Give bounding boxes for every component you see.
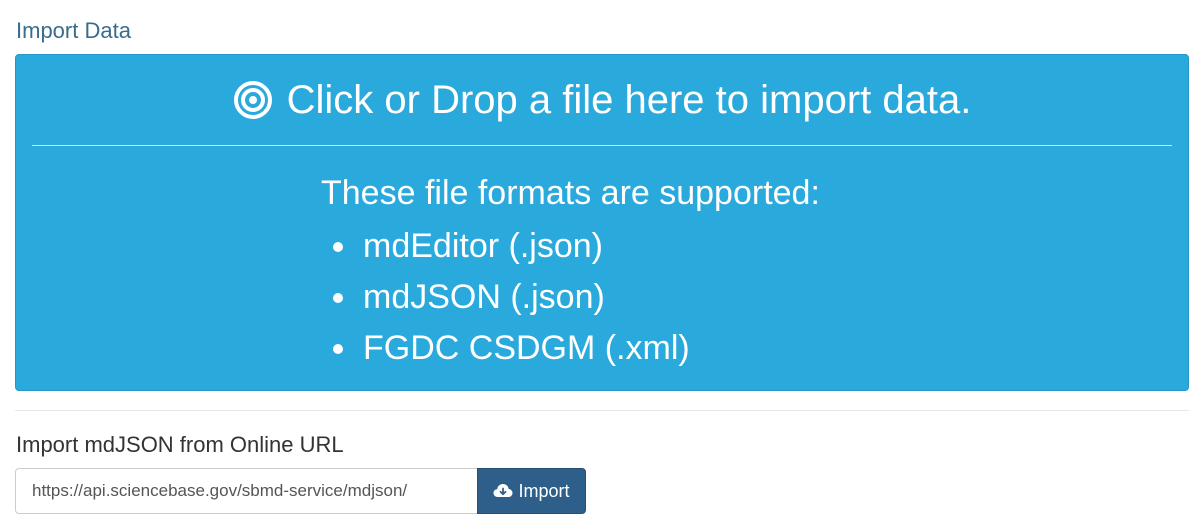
dropzone-heading-text: Click or Drop a file here to import data…	[286, 78, 972, 122]
url-import-group: Import	[15, 468, 586, 514]
url-import-label: Import mdJSON from Online URL	[16, 432, 344, 457]
bullet-icon	[333, 242, 343, 252]
format-item: mdEditor (.json)	[321, 221, 1021, 272]
dropzone-divider	[32, 145, 1172, 146]
bullet-icon	[333, 344, 343, 354]
format-item: FGDC CSDGM (.xml)	[321, 323, 1021, 374]
formats-title: These file formats are supported:	[321, 174, 820, 212]
import-button-label: Import	[518, 480, 570, 501]
file-dropzone[interactable]: Click or Drop a file here to import data…	[15, 54, 1189, 391]
formats-list: mdEditor (.json) mdJSON (.json) FGDC CSD…	[321, 221, 1021, 374]
format-label: mdEditor (.json)	[363, 227, 603, 265]
bullseye-icon	[233, 80, 273, 120]
page-title: Import Data	[16, 18, 131, 43]
dropzone-heading: Click or Drop a file here to import data…	[16, 77, 1188, 123]
supported-formats: These file formats are supported: mdEdit…	[321, 173, 1021, 374]
import-button[interactable]: Import	[477, 468, 586, 514]
format-label: mdJSON (.json)	[363, 278, 605, 316]
format-label: FGDC CSDGM (.xml)	[363, 329, 690, 367]
format-item: mdJSON (.json)	[321, 272, 1021, 323]
section-divider	[15, 410, 1189, 411]
cloud-download-icon	[493, 483, 513, 499]
url-input[interactable]	[15, 468, 477, 514]
bullet-icon	[333, 293, 343, 303]
